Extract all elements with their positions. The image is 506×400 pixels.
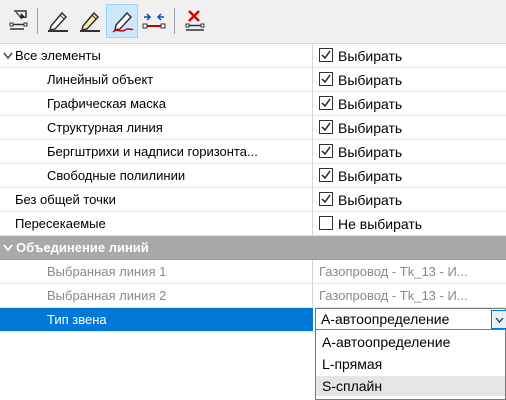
checkmark-icon — [321, 74, 331, 84]
row-no-common-point[interactable]: Без общей точки Выбирать — [0, 188, 506, 212]
checkbox[interactable] — [319, 192, 333, 206]
property-label: Выбранная линия 1 — [0, 260, 313, 283]
combobox-value: А-автоопределение — [321, 311, 450, 327]
property-label: Без общей точки — [0, 188, 313, 211]
checkbox-label: Выбирать — [338, 120, 403, 136]
checkbox-label: Выбирать — [338, 144, 403, 160]
row-hachures[interactable]: Бергштрихи и надписи горизонта... Выбира… — [0, 140, 506, 164]
toolbar-separator — [37, 8, 38, 34]
property-value: Газопровод - Tk_13 - И... — [319, 264, 468, 279]
link-type-combobox[interactable]: А-автоопределение — [315, 308, 506, 331]
property-value[interactable]: Выбирать — [314, 116, 506, 139]
checkbox[interactable] — [319, 168, 333, 182]
checkmark-icon — [321, 98, 331, 108]
checkbox[interactable] — [319, 96, 333, 110]
row-structural-line[interactable]: Структурная линия Выбирать — [0, 116, 506, 140]
row-graphic-mask[interactable]: Графическая маска Выбирать — [0, 92, 506, 116]
delete-button[interactable] — [179, 4, 211, 38]
checkmark-icon — [321, 122, 331, 132]
toolbar-separator — [174, 8, 175, 34]
checkbox[interactable] — [319, 120, 333, 134]
pencil-line-icon — [112, 11, 134, 33]
collapse-toggle[interactable] — [3, 236, 13, 259]
property-label: Бергштрихи и надписи горизонта... — [0, 140, 313, 163]
checkbox-label: Выбирать — [338, 192, 403, 208]
group-title: Объединение линий — [16, 240, 149, 255]
property-value[interactable]: Выбирать — [314, 164, 506, 187]
checkbox-label: Выбирать — [338, 96, 403, 112]
property-value[interactable]: Выбирать — [314, 68, 506, 91]
segment-points-icon — [142, 13, 166, 29]
pencil-icon — [48, 11, 68, 32]
property-value[interactable]: Выбирать — [314, 140, 506, 163]
chevron-down-icon — [3, 244, 13, 252]
pencil-line-button[interactable] — [106, 4, 138, 38]
checkbox-label: Выбирать — [338, 168, 403, 184]
property-label: Структурная линия — [0, 116, 313, 139]
segment-points-button[interactable] — [138, 4, 170, 38]
dropdown-button[interactable] — [491, 310, 506, 329]
checkbox[interactable] — [319, 72, 333, 86]
row-free-polylines[interactable]: Свободные полилинии Выбирать — [0, 164, 506, 188]
checkmark-icon — [321, 50, 331, 60]
property-value: Газопровод - Tk_13 - И... — [319, 288, 468, 303]
row-selected-line-2[interactable]: Выбранная линия 2 Газопровод - Tk_13 - И… — [0, 284, 506, 308]
row-linear-object[interactable]: Линейный объект Выбирать — [0, 68, 506, 92]
checkbox[interactable] — [319, 48, 333, 62]
dropdown-option[interactable]: S-сплайн — [316, 376, 505, 396]
dropdown-option[interactable]: L-прямая — [316, 354, 505, 374]
toolbar — [0, 0, 506, 44]
checkbox[interactable] — [319, 144, 333, 158]
checkbox-label: Выбирать — [338, 72, 403, 88]
link-type-dropdown: А-автоопределение L-прямая S-сплайн — [315, 329, 506, 400]
property-label: Линейный объект — [0, 68, 313, 91]
pencil-alt-button[interactable] — [74, 4, 106, 38]
row-selected-line-1[interactable]: Выбранная линия 1 Газопровод - Tk_13 - И… — [0, 260, 506, 284]
property-label: Все элементы — [0, 44, 313, 67]
property-value[interactable]: Выбирать — [314, 92, 506, 115]
property-value[interactable]: Выбирать — [314, 188, 506, 211]
property-value[interactable]: Выбирать — [314, 44, 506, 67]
property-label: Выбранная линия 2 — [0, 284, 313, 307]
property-label: Графическая маска — [0, 92, 313, 115]
dropdown-option[interactable]: А-автоопределение — [316, 332, 505, 352]
checkmark-icon — [321, 146, 331, 156]
checkmark-icon — [321, 194, 331, 204]
property-label: Свободные полилинии — [0, 164, 313, 187]
checkbox-label: Не выбирать — [338, 216, 423, 232]
property-value[interactable]: Не выбирать — [314, 212, 506, 235]
pencil-button[interactable] — [42, 4, 74, 38]
delete-x-icon — [185, 10, 205, 31]
checkbox-label: Выбирать — [338, 48, 403, 64]
select-objects-button[interactable] — [2, 4, 34, 38]
property-label: Тип звена — [0, 308, 313, 331]
property-label: Пересекаемые — [0, 212, 313, 235]
row-all-elements[interactable]: Все элементы Выбирать — [0, 44, 506, 68]
select-objects-icon — [9, 10, 28, 30]
group-merge-lines[interactable]: Объединение линий — [0, 236, 506, 260]
row-intersecting[interactable]: Пересекаемые Не выбирать — [0, 212, 506, 236]
checkmark-icon — [321, 170, 331, 180]
pencil-alt-icon — [80, 11, 100, 32]
checkbox[interactable] — [319, 216, 333, 230]
chevron-down-icon — [495, 317, 504, 323]
